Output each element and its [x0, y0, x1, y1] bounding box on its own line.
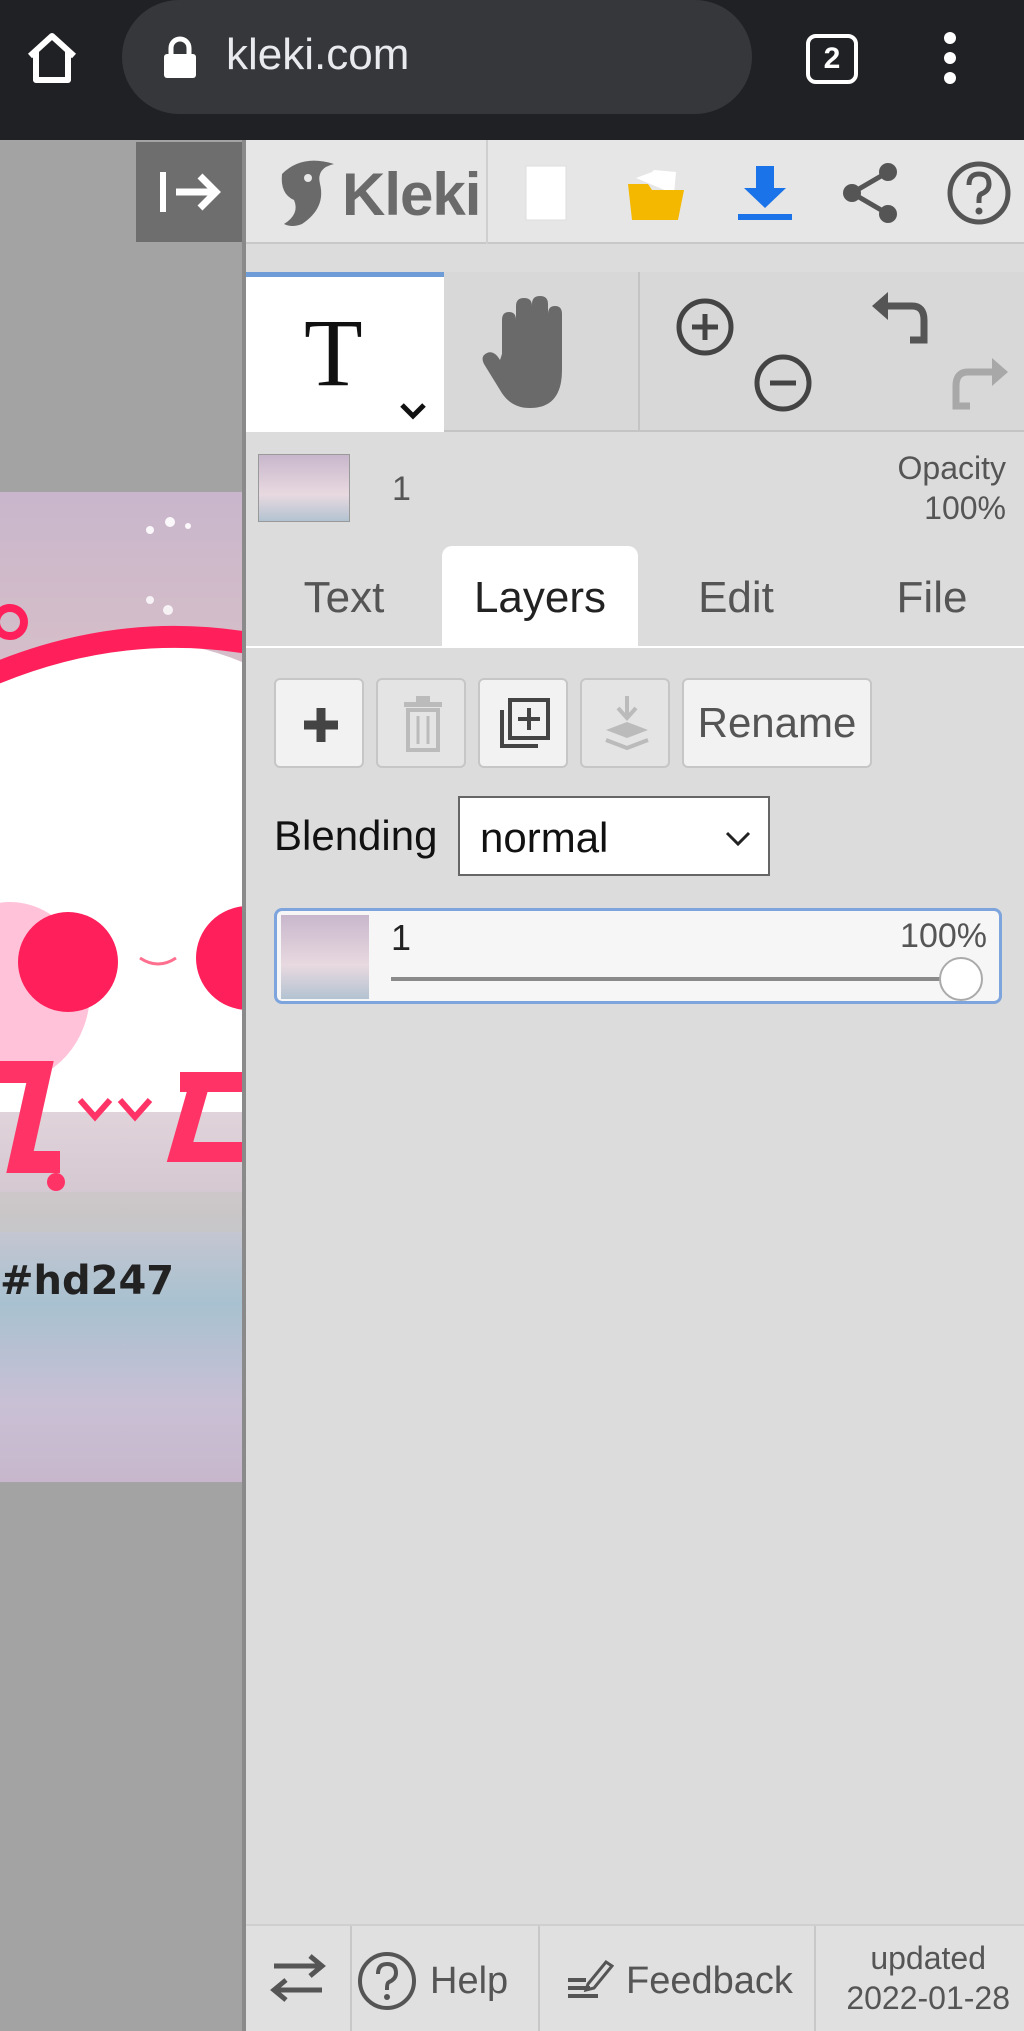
help-label: Help [430, 1960, 509, 2002]
layer-opacity: 100% [900, 917, 987, 955]
divider [638, 272, 640, 432]
divider [486, 140, 488, 244]
duplicate-layer-button[interactable] [478, 678, 568, 768]
blending-mode-select[interactable]: normal [458, 796, 770, 876]
blending-value: normal [480, 814, 609, 861]
kleki-logo[interactable]: Kleki [272, 154, 492, 230]
tab-text[interactable]: Text [246, 546, 442, 648]
collapse-panel-button[interactable] [136, 142, 242, 242]
zoom-out-icon[interactable] [748, 348, 818, 418]
logo-text: Kleki [342, 161, 481, 228]
open-folder-icon[interactable] [624, 160, 690, 226]
blending-label: Blending [274, 812, 438, 859]
divider [538, 1926, 540, 2031]
text-tool-glyph: T [304, 299, 363, 406]
updated-label: updated [870, 1940, 986, 1976]
feedback-icon [568, 1959, 614, 1998]
address-bar[interactable]: kleki.com [122, 0, 752, 114]
tool-row: T [246, 272, 1024, 432]
layer-thumbnail [258, 454, 350, 522]
url-text: kleki.com [226, 30, 410, 79]
layer-item[interactable]: 1 100% [274, 908, 1002, 1004]
arrow-right-bar-icon [160, 172, 221, 212]
chevron-down-icon [725, 831, 751, 847]
tab-layers[interactable]: Layers [442, 546, 638, 648]
delete-layer-button[interactable] [376, 678, 466, 768]
swap-side-icon[interactable] [268, 1950, 328, 2006]
panel-tabs: Text Layers Edit File [246, 546, 1024, 648]
opacity-value: 100% [924, 490, 1006, 526]
new-file-icon[interactable] [512, 160, 578, 226]
text-tool-button[interactable]: T [246, 272, 444, 432]
redo-icon[interactable] [946, 350, 1016, 420]
artwork-caption: #hd247 [0, 1258, 175, 1304]
trash-icon [404, 696, 442, 752]
tab-edit[interactable]: Edit [638, 546, 834, 648]
add-layer-button[interactable] [274, 678, 364, 768]
opacity-label: Opacity [897, 450, 1006, 486]
zoom-in-icon[interactable] [670, 292, 740, 362]
layer-opacity-slider[interactable] [391, 977, 965, 981]
plus-icon [304, 708, 338, 742]
opacity-readout: Opacity 100% [898, 448, 1006, 528]
feedback-label: Feedback [626, 1960, 793, 2002]
divider [814, 1926, 816, 2031]
home-icon[interactable] [22, 28, 82, 88]
artwork-canvas[interactable]: #hd247 [0, 492, 242, 1482]
merge-down-button[interactable] [580, 678, 670, 768]
share-icon[interactable] [838, 160, 904, 226]
updated-date: 2022-01-28 [846, 1980, 1010, 2016]
panel-top-bar: Kleki [246, 140, 1024, 244]
help-icon [358, 1952, 416, 2010]
lock-icon [164, 36, 196, 78]
rename-layer-button[interactable]: Rename [682, 678, 872, 768]
updated-info: updated 2022-01-28 [846, 1938, 1010, 2018]
divider [350, 1926, 352, 2031]
chevron-down-icon[interactable] [398, 401, 428, 421]
hand-tool-icon[interactable] [476, 290, 586, 416]
side-panel: Kleki T 1 Opacity 100% Text Layers Edit … [242, 140, 1024, 2031]
panel-footer: Help Feedback updated 2022-01-28 [246, 1924, 1024, 2031]
artwork-illustration [0, 517, 242, 1232]
tab-file[interactable]: File [834, 546, 1024, 648]
merge-down-icon [605, 696, 649, 751]
canvas-area[interactable]: #hd247 [0, 140, 242, 2031]
layer-name: 1 [391, 917, 412, 958]
undo-icon[interactable] [864, 284, 934, 354]
more-vert-icon[interactable] [930, 30, 970, 86]
current-layer-name: 1 [392, 470, 411, 508]
browser-toolbar: kleki.com 2 [0, 0, 1024, 140]
kleki-bird-icon [281, 160, 334, 226]
tab-switcher-button[interactable]: 2 [806, 34, 858, 84]
current-layer-preview: 1 Opacity 100% [246, 434, 1024, 534]
help-icon[interactable] [946, 160, 1012, 226]
layer-thumbnail [281, 915, 369, 999]
duplicate-icon [500, 698, 550, 748]
layer-opacity-slider-handle[interactable] [939, 957, 983, 1001]
download-icon[interactable] [732, 160, 798, 226]
